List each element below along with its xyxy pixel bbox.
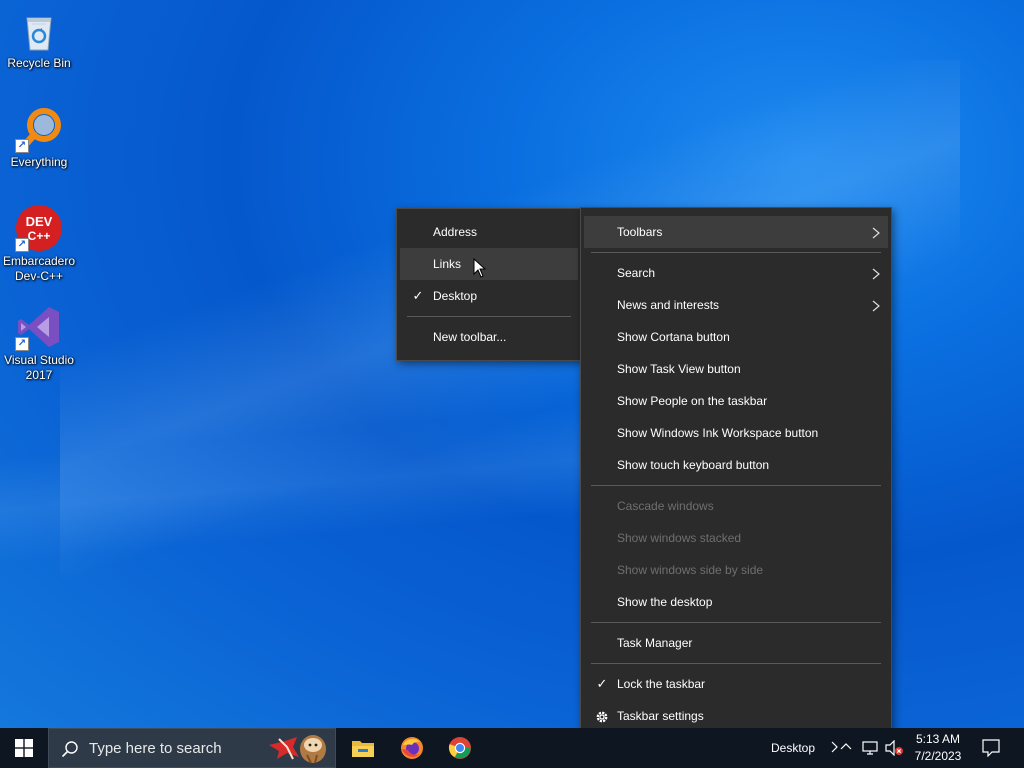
chevron-right-icon: [872, 216, 880, 248]
taskbar-firefox[interactable]: [388, 728, 436, 768]
magnifier-icon: ↗: [15, 105, 63, 153]
menu-item-label: Show Task View button: [617, 362, 741, 376]
menu-item-address[interactable]: Address: [400, 216, 578, 248]
start-button[interactable]: [0, 728, 48, 768]
mouse-cursor-icon: [473, 257, 487, 283]
menu-item-label: Show touch keyboard button: [617, 458, 770, 472]
checkmark-icon: ✓: [412, 288, 424, 303]
menu-item-task-manager[interactable]: Task Manager: [584, 627, 888, 659]
search-highlight-illustration-icon: [267, 733, 333, 770]
taskbar[interactable]: Type here to search Desktop 5:13 AM 7/2/…: [0, 728, 1024, 768]
menu-item-label: Search: [617, 266, 656, 280]
search-icon: [61, 740, 79, 763]
menu-item-show-ink-workspace[interactable]: Show Windows Ink Workspace button: [584, 417, 888, 449]
menu-item-news-and-interests[interactable]: News and interests: [584, 289, 888, 321]
menu-item-label: Lock the taskbar: [617, 677, 706, 691]
taskbar-chrome[interactable]: [436, 728, 484, 768]
menu-separator: [407, 316, 571, 317]
menu-item-show-task-view[interactable]: Show Task View button: [584, 353, 888, 385]
menu-item-label: Address: [433, 225, 478, 239]
desktop-icon-label: Visual Studio 2017: [4, 353, 74, 382]
menu-item-toolbars[interactable]: Toolbars: [584, 216, 888, 248]
file-explorer-icon: [352, 741, 374, 757]
menu-item-show-windows-stacked: Show windows stacked: [584, 522, 888, 554]
taskbar-search-box[interactable]: Type here to search: [48, 728, 336, 768]
chevron-right-icon: [872, 289, 880, 321]
menu-item-label: Taskbar settings: [617, 709, 704, 723]
shortcut-arrow-icon: ↗: [15, 238, 29, 252]
toolbars-submenu: Address Links ✓ Desktop New toolbar...: [396, 208, 582, 361]
windows-logo-icon: [15, 739, 33, 757]
devcpp-icon: DEV C++ ↗: [15, 204, 63, 252]
menu-item-label: Cascade windows: [617, 499, 714, 513]
menu-separator: [591, 622, 881, 623]
network-icon[interactable]: [862, 740, 880, 761]
menu-item-label: New toolbar...: [433, 330, 507, 344]
chevron-right-icon: [872, 257, 880, 289]
desktop-icon-label: Embarcadero Dev-C++: [2, 254, 76, 283]
taskbar-clock[interactable]: 5:13 AM 7/2/2023: [906, 731, 970, 765]
menu-item-show-people[interactable]: Show People on the taskbar: [584, 385, 888, 417]
desktop-icon-label: Everything: [10, 155, 68, 169]
svg-text:DEV: DEV: [26, 214, 53, 229]
shortcut-arrow-icon: ↗: [15, 337, 29, 351]
volume-muted-icon[interactable]: [884, 739, 904, 761]
action-center-icon[interactable]: [982, 739, 1000, 762]
menu-item-show-cortana[interactable]: Show Cortana button: [584, 321, 888, 353]
menu-item-label: Show windows stacked: [617, 531, 742, 545]
menu-item-label: Desktop: [433, 289, 478, 303]
menu-item-search[interactable]: Search: [584, 257, 888, 289]
shortcut-arrow-icon: ↗: [15, 139, 29, 153]
desktop-icon-label: Recycle Bin: [7, 56, 71, 70]
search-placeholder: Type here to search: [89, 740, 222, 757]
menu-item-lock-taskbar[interactable]: ✓ Lock the taskbar: [584, 668, 888, 700]
menu-item-links[interactable]: Links: [400, 248, 578, 280]
clock-time: 5:13 AM: [915, 732, 961, 746]
desktop-toolbar-chevron-icon[interactable]: [830, 740, 840, 759]
menu-separator: [591, 485, 881, 486]
menu-item-label: Show the desktop: [617, 595, 713, 609]
taskbar-file-explorer[interactable]: [339, 728, 387, 768]
menu-item-label: Toolbars: [617, 225, 663, 239]
menu-item-new-toolbar[interactable]: New toolbar...: [400, 321, 578, 353]
clock-date: 7/2/2023: [914, 749, 962, 763]
menu-item-label: Task Manager: [617, 636, 693, 650]
desktop-icon-visual-studio[interactable]: ↗ Visual Studio 2017: [1, 303, 77, 383]
firefox-icon: [401, 737, 423, 759]
menu-item-label: Show People on the taskbar: [617, 394, 768, 408]
show-hidden-icons-chevron-icon[interactable]: [840, 740, 852, 759]
desktop-toolbar-label[interactable]: Desktop: [771, 741, 815, 755]
taskbar-context-menu: Toolbars Search News and interests Show …: [580, 207, 892, 740]
menu-item-desktop[interactable]: ✓ Desktop: [400, 280, 578, 312]
checkmark-icon: ✓: [596, 676, 608, 691]
menu-separator: [591, 252, 881, 253]
menu-item-label: News and interests: [617, 298, 720, 312]
menu-separator: [591, 663, 881, 664]
menu-item-label: Show Windows Ink Workspace button: [617, 426, 819, 440]
chrome-icon: [448, 737, 471, 759]
menu-item-label: Show Cortana button: [617, 330, 730, 344]
menu-item-label: Links: [433, 257, 462, 271]
recycle-bin-icon: [15, 6, 63, 54]
menu-item-label: Show windows side by side: [617, 563, 764, 577]
menu-item-cascade-windows: Cascade windows: [584, 490, 888, 522]
menu-item-show-the-desktop[interactable]: Show the desktop: [584, 586, 888, 618]
visual-studio-icon: ↗: [15, 303, 63, 351]
desktop-icon-everything[interactable]: ↗ Everything: [1, 105, 77, 170]
desktop-icon-devcpp[interactable]: DEV C++ ↗ Embarcadero Dev-C++: [1, 204, 77, 284]
desktop-icon-recycle-bin[interactable]: Recycle Bin: [1, 6, 77, 71]
menu-item-show-touch-keyboard[interactable]: Show touch keyboard button: [584, 449, 888, 481]
svg-text:C++: C++: [28, 229, 51, 243]
menu-item-show-windows-side-by-side: Show windows side by side: [584, 554, 888, 586]
